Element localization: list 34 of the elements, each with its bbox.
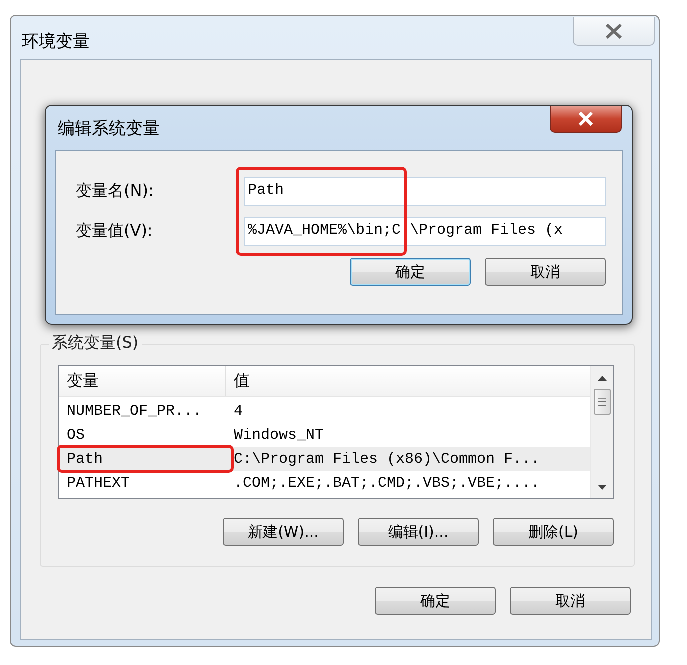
close-button[interactable] [573, 17, 655, 46]
column-header[interactable]: 变量 [59, 366, 226, 396]
dialog-button[interactable]: 确定 [375, 587, 496, 615]
variable-name: Path [66, 450, 104, 468]
list-row[interactable]: PATHEXT .COM;.EXE;.BAT;.CMD;.VBS;.VBE;.... [59, 471, 590, 495]
list-action-button[interactable]: 编辑(I)... [358, 518, 479, 546]
variable-name: PATHEXT [66, 474, 132, 492]
close-icon [605, 24, 623, 38]
field-label: 变量值(V): [76, 221, 154, 242]
variable-name: OS [66, 426, 86, 444]
variable-value: Windows_NT [233, 426, 324, 444]
close-icon [578, 112, 594, 126]
list-row[interactable]: NUMBER_OF_PR... 4 [59, 399, 590, 423]
text-field[interactable]: Path [244, 177, 606, 206]
list-action-button[interactable]: 删除(L) [493, 518, 614, 546]
field-label: 变量名(N): [76, 181, 155, 202]
column-header[interactable]: 值 [226, 366, 250, 396]
list-row[interactable]: OS Windows_NT [59, 423, 590, 447]
dialog-button[interactable]: 取消 [485, 258, 606, 286]
variable-value: C:\Program Files (x86)\Common F... [233, 450, 540, 468]
scroll-up-icon[interactable] [598, 376, 606, 381]
dialog-button[interactable]: 确定 [350, 258, 471, 286]
scroll-thumb[interactable] [594, 389, 610, 415]
scroll-down-icon[interactable] [598, 485, 606, 490]
list-row[interactable]: Path C:\Program Files (x86)\Common F... [59, 447, 590, 471]
variable-value: 4 [233, 402, 244, 420]
dialog-title: 编辑系统变量 [57, 118, 160, 140]
close-button[interactable] [550, 106, 622, 133]
list-action-button[interactable]: 新建(W)... [223, 518, 344, 546]
variable-value: .COM;.EXE;.BAT;.CMD;.VBS;.VBE;.... [233, 474, 540, 492]
window-title: 环境变量 [21, 31, 90, 54]
scrollbar[interactable] [590, 366, 613, 498]
dialog-button[interactable]: 取消 [510, 587, 631, 615]
variable-name: NUMBER_OF_PR... [66, 402, 204, 420]
